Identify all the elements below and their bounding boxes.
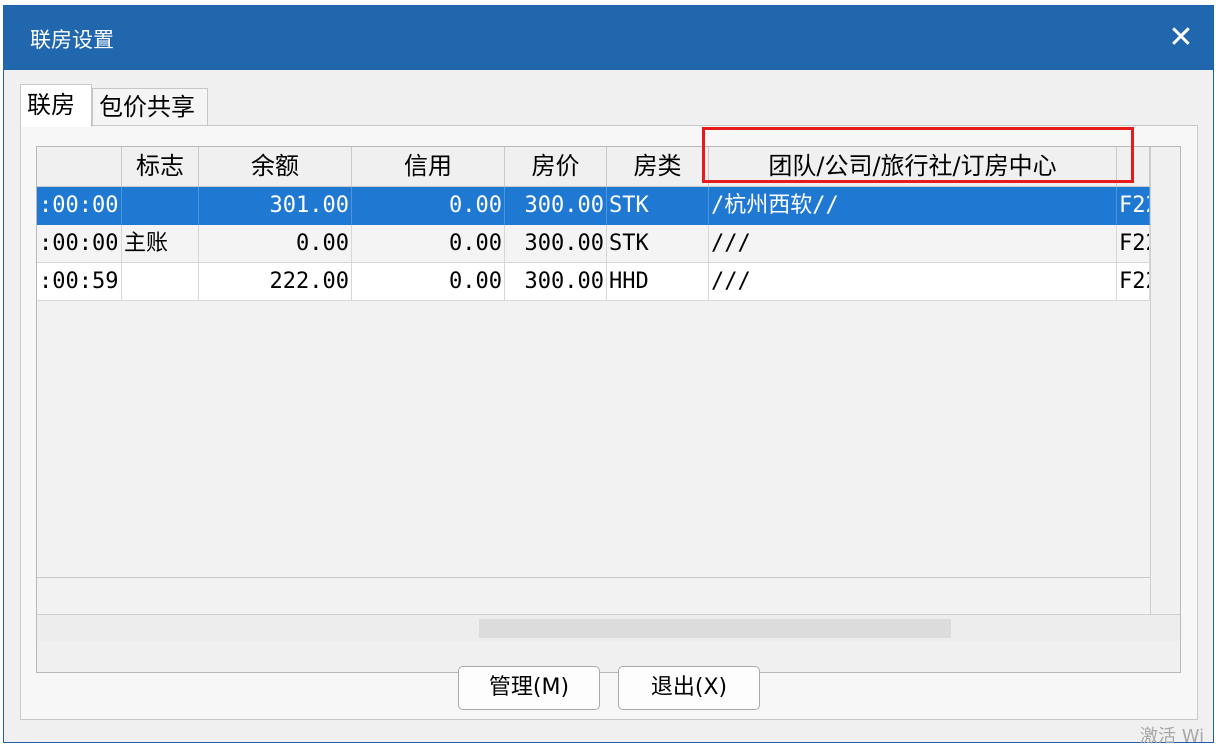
- cell-balance: 301.00: [199, 187, 352, 225]
- column-header-time[interactable]: [37, 147, 122, 187]
- cell-time: :00:59: [37, 263, 122, 301]
- table-row[interactable]: :00:00 主账 0.00 0.00 300.00 STK /// F22: [37, 225, 1150, 263]
- cell-balance: 0.00: [199, 225, 352, 263]
- cell-rate: 300.00: [505, 225, 607, 263]
- column-header-organization[interactable]: 团队/公司/旅行社/订房中心: [709, 147, 1117, 187]
- cell-room-type: STK: [607, 225, 709, 263]
- cell-balance: 222.00: [199, 263, 352, 301]
- grid-footer-divider: [37, 577, 1150, 578]
- column-header-extra[interactable]: [1117, 147, 1150, 187]
- cell-room-type: STK: [607, 187, 709, 225]
- cell-flag: [122, 263, 199, 301]
- cell-time: :00:00: [37, 187, 122, 225]
- cell-organization: /杭州西软//: [709, 187, 1117, 225]
- cell-flag: 主账: [122, 225, 199, 263]
- cell-organization: ///: [709, 225, 1117, 263]
- table-row[interactable]: :00:00 301.00 0.00 300.00 STK /杭州西软// F2…: [37, 187, 1150, 225]
- column-header-room-type[interactable]: 房类: [607, 147, 709, 187]
- cell-credit: 0.00: [352, 187, 505, 225]
- horizontal-scroll-thumb[interactable]: [479, 619, 951, 638]
- cell-rate: 300.00: [505, 263, 607, 301]
- title-bar: 联房设置 ✕: [4, 6, 1213, 70]
- column-header-credit[interactable]: 信用: [352, 147, 505, 187]
- manage-button[interactable]: 管理(M): [458, 666, 600, 710]
- vertical-scrollbar[interactable]: [1150, 147, 1180, 614]
- window-title: 联房设置: [30, 28, 114, 52]
- cell-code: F22: [1117, 263, 1150, 301]
- cell-rate: 300.00: [505, 187, 607, 225]
- cell-time: :00:00: [37, 225, 122, 263]
- cell-credit: 0.00: [352, 263, 505, 301]
- cell-code: F22: [1117, 187, 1150, 225]
- cell-organization: ///: [709, 263, 1117, 301]
- table-row[interactable]: :00:59 222.00 0.00 300.00 HHD /// F22: [37, 263, 1150, 301]
- cell-code: F22: [1117, 225, 1150, 263]
- tab-panel: 标志 余额 信用 房价 房类 团队/公司/旅行社/订房中心 :00:00 301…: [20, 125, 1198, 720]
- activation-watermark: 激活 Wi: [1140, 726, 1205, 746]
- column-header-flag[interactable]: 标志: [122, 147, 199, 187]
- exit-button[interactable]: 退出(X): [618, 666, 760, 710]
- column-header-rate[interactable]: 房价: [505, 147, 607, 187]
- column-header-balance[interactable]: 余额: [199, 147, 352, 187]
- tab-room-link[interactable]: 联房: [20, 84, 92, 127]
- cell-credit: 0.00: [352, 225, 505, 263]
- linked-rooms-grid: 标志 余额 信用 房价 房类 团队/公司/旅行社/订房中心 :00:00 301…: [36, 146, 1181, 673]
- cell-room-type: HHD: [607, 263, 709, 301]
- cell-flag: [122, 187, 199, 225]
- grid-body: 标志 余额 信用 房价 房类 团队/公司/旅行社/订房中心 :00:00 301…: [37, 147, 1150, 639]
- horizontal-scrollbar[interactable]: [37, 614, 1180, 641]
- close-icon[interactable]: ✕: [1163, 20, 1199, 56]
- tab-package-share[interactable]: 包价共享: [92, 88, 208, 126]
